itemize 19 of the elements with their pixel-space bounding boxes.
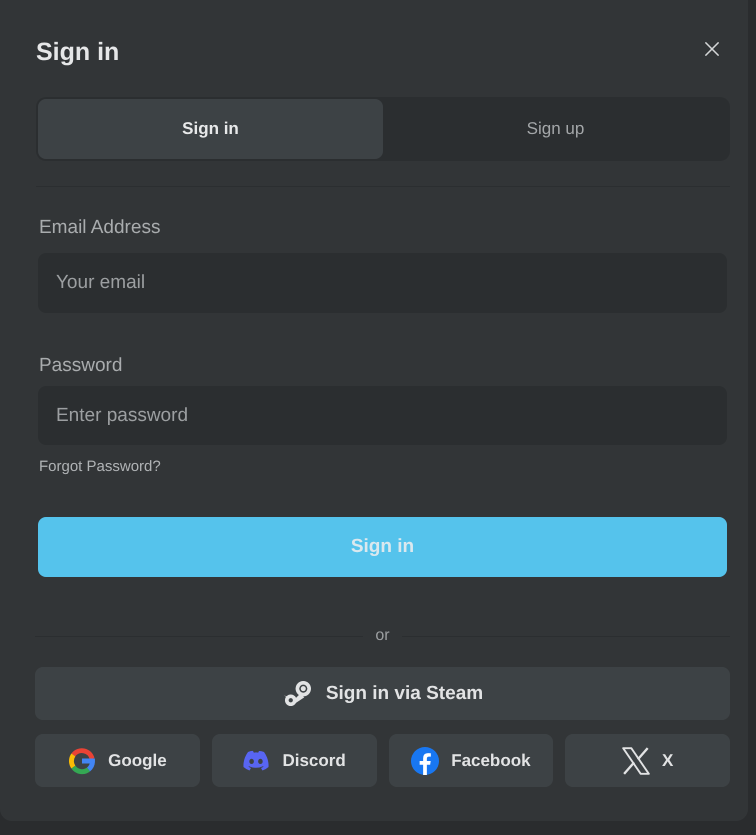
- tab[interactable]: Sign in: [38, 99, 383, 159]
- x-logo-icon: [622, 746, 650, 774]
- sign-in-option-button[interactable]: Facebook: [388, 734, 554, 787]
- dialog-title: Sign in: [36, 38, 120, 66]
- sign-in-option-button[interactable]: Google: [35, 734, 200, 787]
- tab[interactable]: Sign up: [383, 99, 728, 159]
- sign-in-option-button[interactable]: X: [565, 734, 730, 787]
- input-field[interactable]: Your email: [38, 253, 727, 313]
- steam-sign-in-button[interactable]: Sign in via Steam: [35, 667, 730, 720]
- steam-icon: [282, 680, 313, 707]
- field-label: Email Address: [39, 216, 162, 240]
- sign-in-option-button[interactable]: Discord: [212, 734, 376, 787]
- forgot-password-link[interactable]: Forgot Password?: [39, 457, 161, 477]
- g-logo-icon: [68, 746, 96, 774]
- input-field[interactable]: Enter password: [38, 386, 727, 445]
- divider-text: or: [375, 626, 390, 646]
- field-label: Password: [39, 354, 124, 378]
- close-icon[interactable]: [705, 42, 719, 56]
- facebook-icon: [411, 746, 440, 774]
